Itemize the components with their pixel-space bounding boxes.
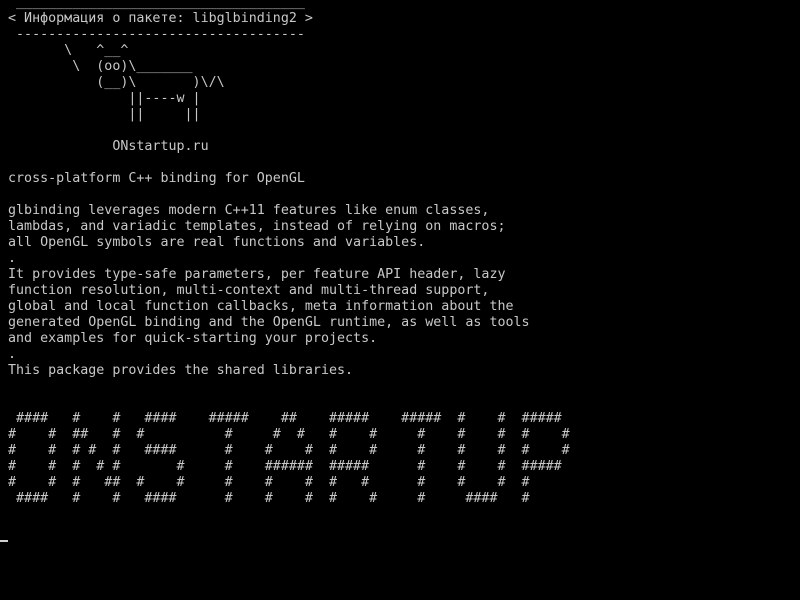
description-line: generated OpenGL binding and the OpenGL … — [8, 315, 530, 330]
package-summary: cross-platform C++ binding for OpenGL — [8, 171, 305, 186]
description-line: all OpenGL symbols are real functions an… — [8, 235, 426, 250]
header-bottom-border: ------------------------------------ — [8, 27, 305, 42]
banner-art-line: # # ## # # # # # # # # # # # # — [8, 427, 570, 442]
description-line: lambdas, and variadic templates, instead… — [8, 219, 506, 234]
site-name: ONstartup.ru — [8, 139, 209, 154]
cow-art-line: \ (oo)\_______ — [8, 59, 193, 74]
description-line: global and local function callbacks, met… — [8, 299, 514, 314]
header-top-border: ____________________________________ — [8, 0, 305, 10]
description-line: glbinding leverages modern C++11 feature… — [8, 203, 490, 218]
banner-art-line: #### # # #### ##### ## ##### ##### # # #… — [8, 411, 562, 426]
banner-art-line: # # # # # #### # # # # # # # # # # — [8, 443, 570, 458]
banner-art-line: # # # ## # # # # # # # # # # # — [8, 475, 530, 490]
description-line: It provides type-safe parameters, per fe… — [8, 267, 506, 282]
description-line: function resolution, multi-context and m… — [8, 283, 490, 298]
description-line: and examples for quick-starting your pro… — [8, 331, 378, 346]
cow-art-line: (__)\ )\/\ — [8, 75, 225, 90]
cow-art-line: ||----w | — [8, 91, 201, 106]
cow-art-line: \ ^__^ — [8, 43, 129, 58]
description-separator: . — [8, 347, 17, 362]
banner-art-line: #### # # #### # # # # # # #### # — [8, 491, 530, 506]
banner-art-line: # # # # # # # ###### ##### # # # ##### — [8, 459, 562, 474]
description-separator: . — [8, 251, 17, 266]
description-line: This package provides the shared librari… — [8, 363, 354, 378]
cow-art-line: || || — [8, 107, 201, 122]
terminal-screen: ____________________________________ < И… — [8, 0, 792, 600]
text-cursor — [0, 540, 8, 542]
header-title: < Информация о пакете: libglbinding2 > — [8, 11, 313, 26]
